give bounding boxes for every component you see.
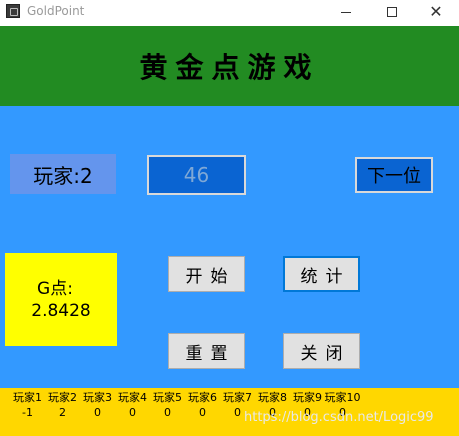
maximize-button[interactable]: [369, 0, 415, 24]
player-score: -1: [22, 406, 33, 419]
player-name: 玩家8: [258, 391, 287, 404]
score-column: 玩家1 -1: [10, 390, 45, 420]
gpoint-display: G点: 2.8428: [5, 253, 117, 346]
stats-button[interactable]: 统计: [283, 256, 360, 292]
gpoint-label: G点:: [37, 278, 73, 299]
gpoint-value: 2.8428: [31, 300, 91, 321]
close-window-button[interactable]: ✕: [413, 0, 459, 24]
player-name: 玩家9: [293, 391, 322, 404]
player-score: 2: [59, 406, 66, 419]
player-name: 玩家1: [13, 391, 42, 404]
page-title: 黄金点游戏: [139, 51, 320, 84]
start-button[interactable]: 开始: [168, 256, 245, 292]
watermark: https://blog.csdn.net/Logic99: [244, 410, 434, 425]
minimize-button[interactable]: [323, 0, 369, 24]
player-name: 玩家6: [188, 391, 217, 404]
reset-button[interactable]: 重置: [168, 333, 245, 369]
window-title: GoldPoint: [27, 4, 85, 18]
player-name: 玩家4: [118, 391, 147, 404]
app-icon: [6, 4, 20, 18]
player-name: 玩家3: [83, 391, 112, 404]
score-column: 玩家3 0: [80, 390, 115, 420]
player-score: 0: [199, 406, 206, 419]
player-score: 0: [234, 406, 241, 419]
score-column: 玩家6 0: [185, 390, 220, 420]
score-column: 玩家4 0: [115, 390, 150, 420]
player-name: 玩家7: [223, 391, 252, 404]
player-score: 0: [164, 406, 171, 419]
close-button[interactable]: 关闭: [283, 333, 360, 369]
score-column: 玩家5 0: [150, 390, 185, 420]
player-name: 玩家10: [324, 391, 361, 404]
minimize-icon: [341, 11, 351, 13]
player-name: 玩家2: [48, 391, 77, 404]
main-panel: 玩家:2 46 下一位 G点: 2.8428 开始 统计 重置 关闭: [0, 106, 459, 388]
next-player-button[interactable]: 下一位: [355, 157, 433, 193]
maximize-icon: [387, 7, 397, 17]
number-input[interactable]: 46: [147, 155, 246, 195]
player-name: 玩家5: [153, 391, 182, 404]
player-score: 0: [94, 406, 101, 419]
header-panel: 黄金点游戏: [0, 26, 459, 106]
close-icon: ✕: [429, 2, 443, 21]
score-column: 玩家2 2: [45, 390, 80, 420]
title-bar: GoldPoint ✕: [0, 0, 459, 24]
score-bar: 玩家1 -1 玩家2 2 玩家3 0 玩家4 0 玩家5 0 玩家6 0 玩家7 0 玩家8 0 玩家9 0 玩家1…: [0, 388, 459, 436]
player-score: 0: [129, 406, 136, 419]
current-player-label: 玩家:2: [10, 154, 116, 194]
